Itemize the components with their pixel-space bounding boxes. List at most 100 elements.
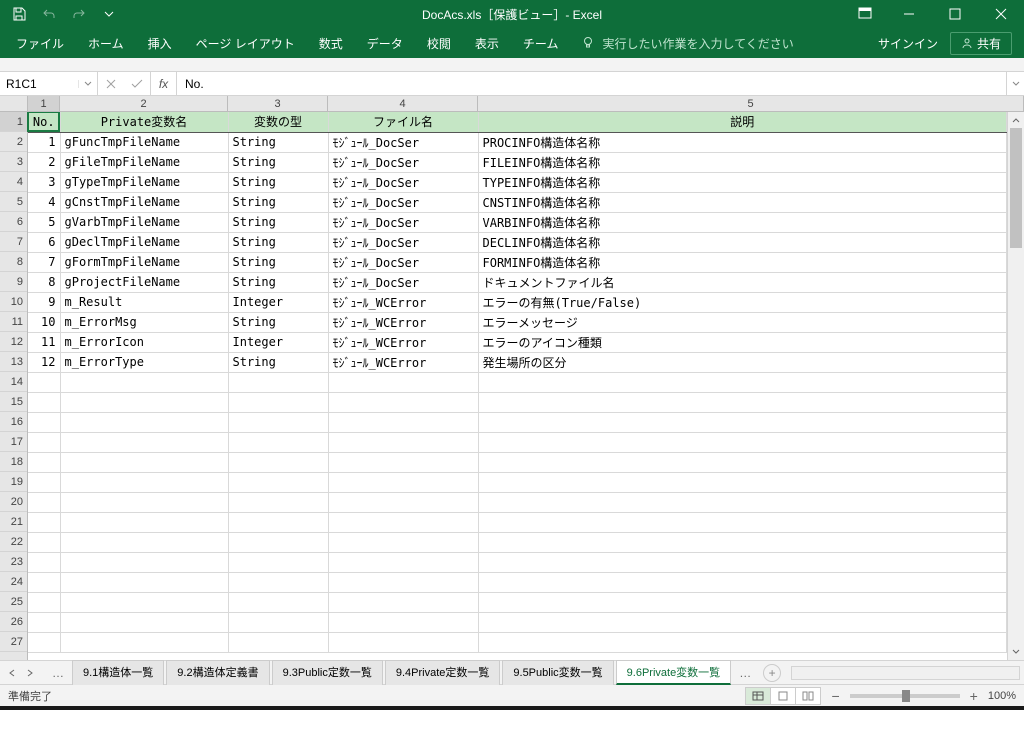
cell[interactable]: m_Result: [60, 292, 228, 312]
cell[interactable]: エラーメッセージ: [478, 312, 1007, 332]
horizontal-scrollbar[interactable]: [791, 666, 1020, 680]
name-box[interactable]: [0, 72, 98, 95]
cell[interactable]: ﾓｼﾞｭｰﾙ_WCError: [328, 332, 478, 352]
row-header[interactable]: 2: [0, 132, 27, 152]
cell[interactable]: [228, 432, 328, 452]
cell[interactable]: [328, 472, 478, 492]
cell[interactable]: gCnstTmpFileName: [60, 192, 228, 212]
cell[interactable]: ﾓｼﾞｭｰﾙ_DocSer: [328, 272, 478, 292]
name-box-input[interactable]: [0, 77, 78, 91]
close-button[interactable]: [978, 0, 1024, 28]
row-header[interactable]: 3: [0, 152, 27, 172]
sheet-tab[interactable]: 9.5Public変数一覧: [502, 660, 613, 685]
cell[interactable]: [328, 512, 478, 532]
cell[interactable]: [28, 492, 60, 512]
cell[interactable]: String: [228, 352, 328, 372]
cell[interactable]: 1: [28, 132, 60, 152]
cell[interactable]: Integer: [228, 332, 328, 352]
cell[interactable]: [60, 492, 228, 512]
row-header[interactable]: 4: [0, 172, 27, 192]
row-header[interactable]: 6: [0, 212, 27, 232]
cell[interactable]: [28, 452, 60, 472]
vertical-scrollbar[interactable]: [1007, 112, 1024, 660]
cell[interactable]: ﾓｼﾞｭｰﾙ_WCError: [328, 312, 478, 332]
cell[interactable]: [28, 412, 60, 432]
row-header[interactable]: 18: [0, 452, 27, 472]
scroll-down-icon[interactable]: [1008, 644, 1024, 660]
cell[interactable]: [478, 372, 1007, 392]
cell[interactable]: String: [228, 232, 328, 252]
cell[interactable]: エラーの有無(True/False): [478, 292, 1007, 312]
row-header[interactable]: 24: [0, 572, 27, 592]
cell[interactable]: [478, 612, 1007, 632]
cell[interactable]: [60, 392, 228, 412]
cell[interactable]: [228, 612, 328, 632]
cell[interactable]: gVarbTmpFileName: [60, 212, 228, 232]
cell[interactable]: [60, 632, 228, 652]
cell[interactable]: [60, 532, 228, 552]
cell[interactable]: 5: [28, 212, 60, 232]
cell[interactable]: ﾓｼﾞｭｰﾙ_WCError: [328, 352, 478, 372]
tab-more-left[interactable]: …: [46, 666, 70, 680]
cell[interactable]: String: [228, 172, 328, 192]
row-header[interactable]: 7: [0, 232, 27, 252]
cell[interactable]: ﾓｼﾞｭｰﾙ_DocSer: [328, 172, 478, 192]
cell[interactable]: [478, 512, 1007, 532]
table-header-cell[interactable]: ファイル名: [328, 112, 478, 132]
row-header[interactable]: 23: [0, 552, 27, 572]
cell[interactable]: [228, 512, 328, 532]
cell[interactable]: gDeclTmpFileName: [60, 232, 228, 252]
cell[interactable]: String: [228, 192, 328, 212]
column-header[interactable]: 4: [328, 96, 478, 111]
cell[interactable]: [228, 452, 328, 472]
cell[interactable]: Integer: [228, 292, 328, 312]
cell[interactable]: [328, 432, 478, 452]
new-sheet-icon[interactable]: +: [763, 664, 781, 682]
cell[interactable]: [60, 612, 228, 632]
cell[interactable]: 12: [28, 352, 60, 372]
row-header[interactable]: 17: [0, 432, 27, 452]
cell[interactable]: gFileTmpFileName: [60, 152, 228, 172]
cell[interactable]: 10: [28, 312, 60, 332]
cell[interactable]: [328, 372, 478, 392]
table-header-cell[interactable]: 説明: [478, 112, 1007, 132]
enter-icon[interactable]: [124, 79, 150, 89]
tell-me-search[interactable]: 実行したい作業を入力してください: [582, 35, 793, 52]
cell[interactable]: [478, 632, 1007, 652]
cell[interactable]: 3: [28, 172, 60, 192]
sign-in-link[interactable]: サインイン: [878, 35, 938, 52]
row-header[interactable]: 11: [0, 312, 27, 332]
row-header[interactable]: 19: [0, 472, 27, 492]
zoom-slider[interactable]: [850, 694, 960, 698]
cell[interactable]: [28, 512, 60, 532]
cell[interactable]: [328, 392, 478, 412]
cell[interactable]: 発生場所の区分: [478, 352, 1007, 372]
row-header[interactable]: 20: [0, 492, 27, 512]
page-break-view-icon[interactable]: [795, 687, 821, 705]
table-header-cell[interactable]: 変数の型: [228, 112, 328, 132]
cell[interactable]: [328, 552, 478, 572]
cell[interactable]: String: [228, 132, 328, 152]
cell[interactable]: [60, 472, 228, 492]
cell[interactable]: [60, 592, 228, 612]
cell[interactable]: String: [228, 272, 328, 292]
cell[interactable]: [328, 452, 478, 472]
row-header[interactable]: 14: [0, 372, 27, 392]
cell[interactable]: gFormTmpFileName: [60, 252, 228, 272]
cell[interactable]: [228, 372, 328, 392]
cell[interactable]: [328, 632, 478, 652]
formula-input[interactable]: [177, 72, 1006, 95]
insert-function-icon[interactable]: fx: [151, 72, 177, 95]
zoom-in-icon[interactable]: +: [970, 688, 978, 704]
cell[interactable]: [478, 532, 1007, 552]
cell[interactable]: [328, 492, 478, 512]
save-icon[interactable]: [6, 1, 32, 27]
cell[interactable]: [60, 412, 228, 432]
row-header[interactable]: 12: [0, 332, 27, 352]
cell[interactable]: TYPEINFO構造体名称: [478, 172, 1007, 192]
column-header[interactable]: 5: [478, 96, 1024, 111]
row-header[interactable]: 16: [0, 412, 27, 432]
tab-scroll-right-icon[interactable]: [22, 665, 38, 681]
scroll-up-icon[interactable]: [1008, 112, 1024, 128]
cell[interactable]: [60, 452, 228, 472]
